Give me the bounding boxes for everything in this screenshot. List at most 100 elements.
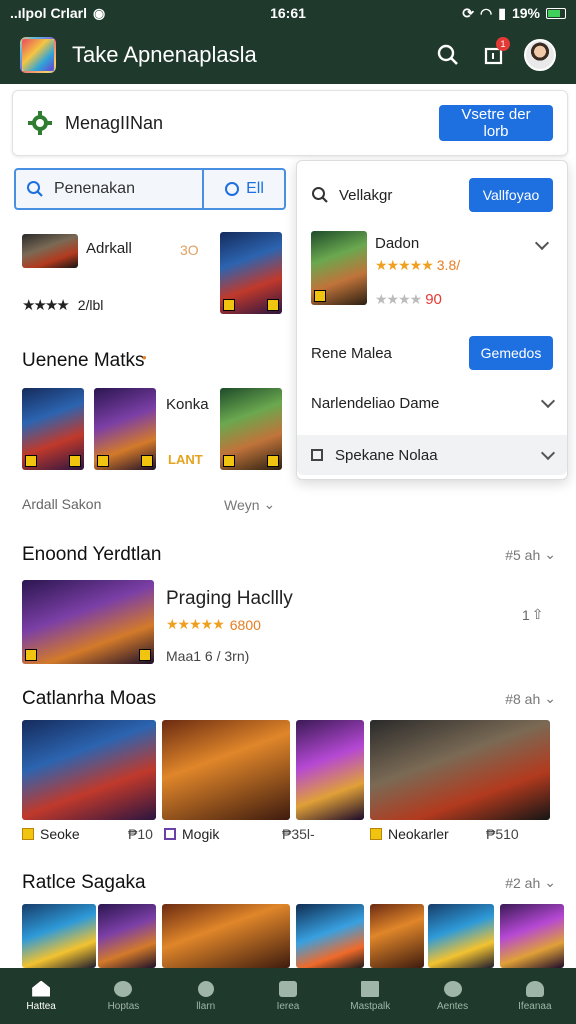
nav-label: llarn — [196, 1000, 216, 1012]
search-bar[interactable]: Penenakan Ell — [14, 168, 286, 210]
category-price: ₱35l- — [282, 826, 315, 842]
featured-count: 1 — [522, 606, 530, 623]
search-icon — [27, 181, 43, 197]
panel-price-value: 90 — [425, 291, 442, 308]
panel-row-3[interactable]: Spekane Nolaa — [297, 435, 567, 475]
battle-cover[interactable] — [500, 904, 564, 968]
tag-icon — [370, 828, 382, 840]
battle-meta-label: #2 ah — [505, 874, 541, 891]
nav-item-gift[interactable]: Aentes — [411, 968, 493, 1024]
panel-game-cover[interactable] — [311, 231, 367, 305]
panel-row-2[interactable]: Narlendeliao Dame — [297, 383, 567, 423]
nav-label: Hoptas — [107, 1000, 140, 1012]
lock-icon — [278, 980, 297, 997]
upcoming-footer-left: Ardall Sakon — [22, 496, 102, 512]
panel-search-text[interactable]: Vellakgr — [339, 187, 469, 204]
upcoming-thumb[interactable] — [220, 388, 282, 470]
game-title[interactable]: Adrkall — [86, 240, 132, 257]
battle-cover[interactable] — [22, 904, 96, 968]
section-title-featured: Enoond Yerdtlan — [22, 544, 162, 565]
category-label: Neokarler — [388, 826, 449, 842]
panel-search-button[interactable]: Vallfoyao — [469, 178, 553, 212]
featured-subtitle: Maa1 6 / 3rn) — [166, 648, 250, 664]
carrier-label: ..ılpol Crlarl — [10, 5, 88, 21]
category-cover[interactable] — [162, 720, 290, 820]
featured-title[interactable]: Praging Hacllly — [166, 588, 293, 610]
nav-label: Mastpalk — [350, 1000, 391, 1012]
battle-meta[interactable]: #2 ah ⌄ — [505, 874, 556, 891]
panel-game-title[interactable]: Dadon — [375, 235, 419, 252]
nav-label: Hattea — [26, 1000, 56, 1012]
status-bar: ..ılpol Crlarl ◉ 16:61 ⟳ ◠ ▮ 19% — [0, 0, 576, 26]
panel-row-1-button[interactable]: Gemedos — [469, 336, 553, 370]
gift-icon — [443, 980, 462, 997]
game-cover[interactable] — [220, 232, 282, 314]
category-item[interactable]: Seoke — [22, 826, 80, 842]
search-icon[interactable] — [428, 35, 468, 75]
upcoming-sort[interactable]: Weyn ⌄ — [224, 496, 275, 513]
search-icon — [312, 187, 328, 203]
nav-item-search[interactable]: llarn — [165, 968, 247, 1024]
nav-item-book[interactable]: Mastpalk — [329, 968, 411, 1024]
filter-button[interactable]: Ell — [202, 170, 284, 208]
panel-row-2-label: Narlendeliao Dame — [311, 394, 440, 412]
star-icons: ★★★★ — [22, 297, 70, 314]
home-icon — [32, 980, 51, 997]
cat-icon: ◉ — [93, 4, 106, 21]
battle-cover[interactable] — [98, 904, 156, 968]
star-icons: ★★★★ — [375, 291, 422, 307]
section-title-battle: Ratlce Sagaka — [22, 872, 146, 893]
search-input[interactable]: Penenakan — [16, 180, 202, 198]
dot-icon: • — [142, 350, 147, 365]
section-title-upcoming: Uenene Matks — [22, 350, 145, 371]
category-item[interactable]: Neokarler — [370, 826, 449, 842]
section-title-category: Catlanrha Moas — [22, 688, 157, 709]
battle-cover[interactable] — [370, 904, 424, 968]
category-meta-label: #8 ah — [505, 690, 541, 707]
app-logo — [20, 37, 56, 73]
menu-icon — [311, 449, 323, 461]
star-icons: ★★★★★ — [375, 257, 434, 273]
featured-share[interactable]: 1 ⇧ — [522, 606, 544, 623]
chevron-down-icon[interactable] — [534, 235, 550, 251]
nav-item-hoptas[interactable]: Hoptas — [82, 968, 164, 1024]
sync-icon: ⟳ — [462, 4, 475, 21]
shield-icon — [114, 980, 133, 997]
nav-item-home[interactable]: Hattea — [0, 968, 82, 1024]
nav-item-profile[interactable]: Ifeanaa — [494, 968, 576, 1024]
filter-label: Ell — [246, 180, 264, 197]
nav-label: Ifeanaa — [518, 1000, 552, 1012]
status-time: 16:61 — [270, 5, 306, 21]
chevron-down-icon: ⌄ — [544, 874, 556, 890]
avatar[interactable] — [524, 39, 556, 71]
manage-title: MenagIINan — [65, 112, 164, 133]
category-label: Mogik — [182, 826, 220, 842]
sort-label: Weyn — [224, 496, 260, 513]
battle-cover[interactable] — [296, 904, 364, 968]
category-cover[interactable] — [296, 720, 364, 820]
nav-item-lock[interactable]: Ierea — [247, 968, 329, 1024]
battle-cover[interactable] — [428, 904, 494, 968]
battle-cover[interactable] — [162, 904, 290, 968]
category-cover[interactable] — [370, 720, 550, 820]
manage-button[interactable]: Vsetre der lorb — [439, 105, 553, 141]
category-meta[interactable]: #8 ah ⌄ — [505, 690, 556, 707]
featured-meta[interactable]: #5 ah ⌄ — [505, 546, 556, 563]
upcoming-thumb[interactable] — [22, 388, 84, 470]
category-cover[interactable] — [22, 720, 156, 820]
game-count: 3O — [180, 242, 199, 258]
featured-meta-label: #5 ah — [505, 546, 541, 563]
rating-text: 2/lbl — [77, 297, 104, 313]
upcoming-label[interactable]: Konka — [166, 396, 209, 413]
gear-icon — [28, 111, 52, 135]
featured-rating-value: 6800 — [229, 616, 261, 633]
category-item[interactable]: Mogik — [164, 826, 219, 842]
notifications-icon[interactable]: 1 — [474, 35, 514, 75]
category-price: ₱10 — [128, 826, 153, 842]
game-logo-thumb[interactable] — [22, 234, 78, 268]
panel-row-1-label: Rene Malea — [311, 344, 392, 362]
upcoming-thumb[interactable] — [94, 388, 156, 470]
category-label: Seoke — [40, 826, 80, 842]
featured-cover[interactable] — [22, 580, 154, 664]
app-bar: Take Apnenaplasla 1 — [0, 26, 576, 84]
